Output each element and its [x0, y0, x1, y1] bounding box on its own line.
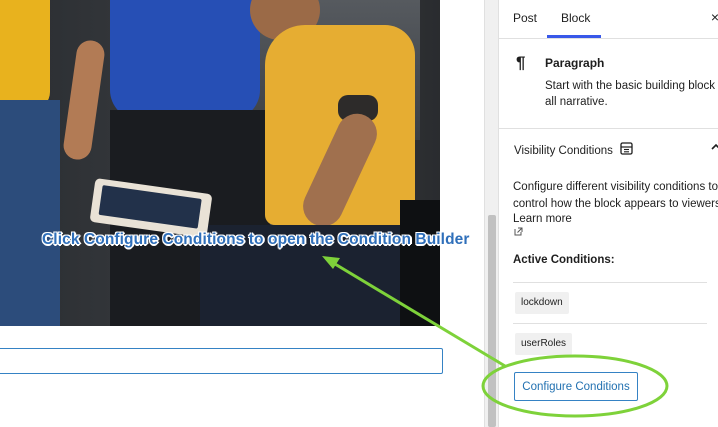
- block-description-line: all narrative.: [545, 96, 608, 108]
- block-title: Paragraph: [545, 56, 605, 70]
- visibility-panel-title[interactable]: Visibility Conditions: [514, 145, 613, 157]
- scrollbar-thumb[interactable]: [488, 215, 496, 427]
- visibility-description: Configure different visibility condition…: [513, 179, 718, 213]
- image-block[interactable]: [0, 0, 440, 326]
- editor-canvas: [0, 0, 484, 427]
- close-icon[interactable]: ×: [711, 9, 718, 25]
- editor-scrollbar[interactable]: [484, 0, 499, 427]
- block-card: ¶ Paragraph Start with the basic buildin…: [499, 38, 718, 129]
- visibility-description-line: Configure different visibility condition…: [513, 181, 718, 193]
- divider: [513, 282, 707, 283]
- configure-conditions-button[interactable]: Configure Conditions: [514, 372, 638, 401]
- tab-block[interactable]: Block: [561, 11, 590, 25]
- block-description-line: Start with the basic building block o: [545, 80, 718, 92]
- image-caption-input[interactable]: [0, 348, 443, 374]
- visibility-block-icon: [620, 142, 633, 158]
- settings-sidebar: Post Block × ¶ Paragraph Start with the …: [498, 0, 718, 427]
- divider: [513, 323, 707, 324]
- block-description: Start with the basic building block o al…: [545, 78, 718, 110]
- sidebar-tabs: Post Block ×: [499, 0, 718, 39]
- chevron-up-icon[interactable]: [711, 140, 718, 154]
- active-conditions-title: Active Conditions:: [513, 254, 615, 266]
- condition-chip-user-roles[interactable]: userRoles: [515, 333, 573, 355]
- tab-post[interactable]: Post: [513, 11, 537, 25]
- condition-chip-lockdown[interactable]: lockdown: [515, 292, 569, 314]
- paragraph-icon: ¶: [516, 53, 526, 72]
- annotation-text: Click Configure Conditions to open the C…: [42, 231, 470, 248]
- visibility-description-line: control how the block appears to viewers…: [513, 198, 718, 210]
- external-link-icon: [514, 227, 523, 238]
- learn-more-link[interactable]: Learn more: [513, 213, 572, 225]
